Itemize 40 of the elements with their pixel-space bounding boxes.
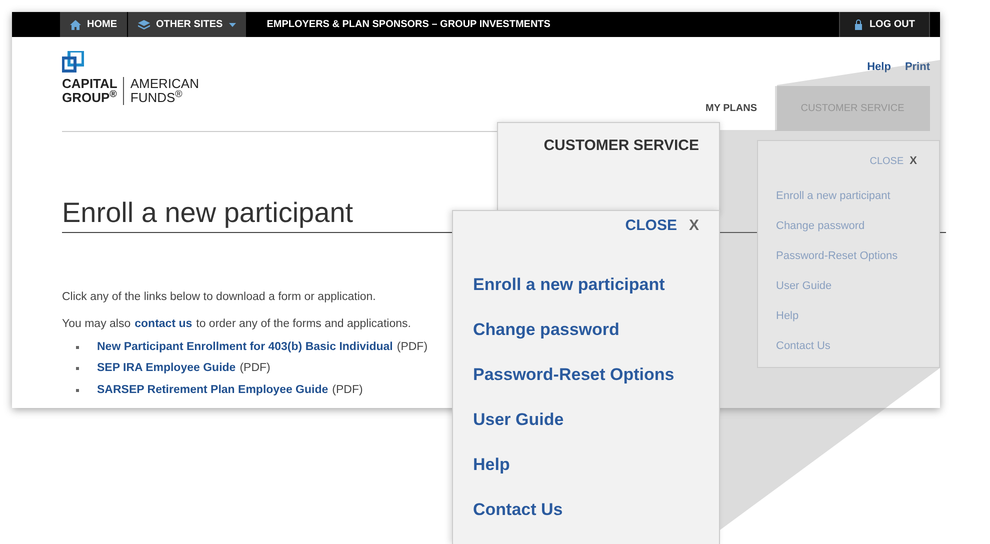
top-bar-item[interactable]: OTHER SITES bbox=[128, 12, 247, 37]
logout-button[interactable]: LOG OUT bbox=[839, 12, 930, 37]
menu-item[interactable]: Enroll a new participant bbox=[473, 274, 699, 296]
bullet-icon bbox=[76, 346, 79, 350]
bullet-icon bbox=[76, 367, 79, 370]
logo-text: GROUP$^{®}$ bbox=[62, 91, 118, 105]
menu-item[interactable]: Contact Us bbox=[473, 498, 699, 520]
bullet-icon bbox=[76, 388, 79, 392]
menu-item[interactable]: Help bbox=[473, 454, 699, 476]
lock-icon bbox=[854, 19, 864, 30]
home-icon bbox=[70, 20, 81, 30]
top-bar-item[interactable]: HOME bbox=[60, 12, 128, 37]
body-text: You may also bbox=[62, 316, 131, 332]
menu-item[interactable]: User Guide bbox=[473, 408, 699, 430]
site-title: EMPLOYERS & PLAN SPONSORS – GROUP INVESTMENTS bbox=[266, 18, 550, 32]
intro-text: Click any of the links below to download a form or application. bbox=[62, 290, 377, 304]
contact-link[interactable]: contact us bbox=[134, 316, 192, 333]
logo-text: CAPITAL bbox=[62, 77, 118, 91]
utility-link[interactable]: Help bbox=[867, 59, 891, 76]
utility-link[interactable]: Print bbox=[904, 59, 930, 76]
close-button[interactable]: CLOSE bbox=[625, 215, 677, 238]
download-link[interactable]: SARSEP Retirement Plan Employee Guide bbox=[97, 382, 328, 399]
logo-text: FUNDS$^{®}$ bbox=[130, 91, 184, 105]
download-link[interactable]: New Participant Enrollment for 403(b) Basic Individual bbox=[97, 339, 393, 356]
body-text: to order any of the forms and applications. bbox=[196, 316, 411, 332]
layers-icon bbox=[138, 20, 150, 30]
caret-icon bbox=[228, 22, 236, 26]
menu-item[interactable]: Change password bbox=[473, 318, 699, 340]
file-type-text: (PDF) bbox=[396, 340, 428, 355]
download-link[interactable]: SEP IRA Employee Guide bbox=[97, 360, 236, 378]
file-type-text: (PDF) bbox=[332, 382, 363, 398]
page-title: Enroll a new participant bbox=[62, 196, 354, 230]
logo-text: AMERICAN bbox=[130, 77, 199, 91]
nav-tab[interactable]: MY PLANS bbox=[688, 86, 775, 130]
close-icon[interactable]: X bbox=[910, 153, 917, 170]
callout-title: CUSTOMER SERVICE bbox=[544, 136, 699, 156]
file-type-text: (PDF) bbox=[240, 361, 270, 376]
menu-item[interactable]: Password-Reset Options bbox=[473, 364, 699, 386]
logo-icon bbox=[62, 51, 84, 73]
close-icon[interactable]: X bbox=[688, 215, 699, 238]
